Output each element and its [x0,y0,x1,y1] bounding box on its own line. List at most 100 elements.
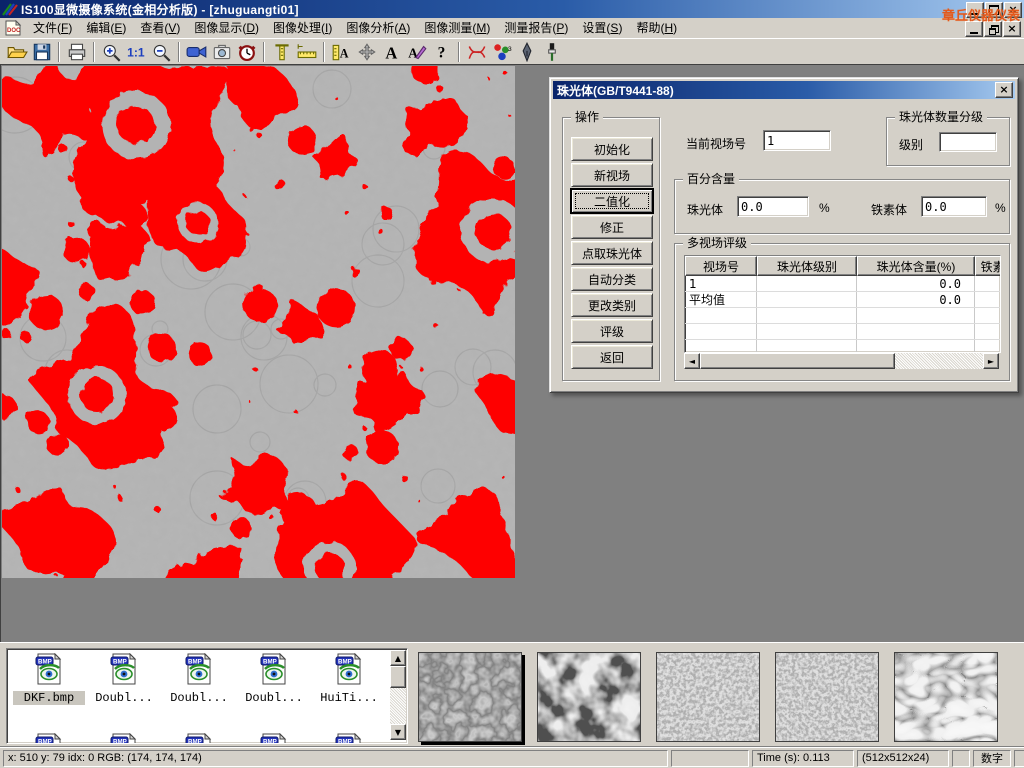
mdi-close-button[interactable]: × [1003,21,1021,37]
rating-cell [975,324,1001,340]
text-icon[interactable]: A [379,41,404,63]
file-name: Doubl... [238,691,310,705]
menu-item-7[interactable]: 图像测量(M) [417,17,497,39]
thumbnail-4[interactable] [775,652,879,742]
bottom-panel: BMPDKF.bmpBMPDoubl...BMPDoubl...BMPDoubl… [0,642,1024,746]
minimize-button[interactable] [966,2,984,18]
menu-item-8[interactable]: 测量报告(P) [497,17,575,39]
rating-table: 视场号珠光体级别珠光体含量(%)铁素体含量(%) 10.0平均值0.0 [684,255,1001,353]
menu-item-2[interactable]: 编辑(E) [79,17,133,39]
zoom-in-icon[interactable] [99,41,124,63]
dialog-title-bar[interactable]: 珠光体(GB/T9441-88) × [553,81,1015,99]
bmp-file-icon: BMP [184,653,214,685]
file-item-5[interactable]: BMPHuiTi... [313,653,385,705]
rating-cell [685,340,757,353]
menu-item-9[interactable]: 设置(S) [575,17,629,39]
caliper-icon[interactable] [269,41,294,63]
file-item-row2-2[interactable]: BMP [88,733,160,744]
timer-icon[interactable] [234,41,259,63]
op-button-5[interactable]: 点取珠光体 [571,241,653,265]
status-bar: x: 510 y: 79 idx: 0 RGB: (174, 174, 174)… [0,746,1024,768]
scroll-down-icon[interactable]: ▼ [390,724,406,740]
file-item-row2-1[interactable]: BMP [13,733,85,744]
status-image-size: (512x512x24) [857,750,949,767]
rating-row-3[interactable] [685,308,1000,324]
thumbnail-1[interactable] [418,652,522,742]
spline-curve-icon[interactable] [464,41,489,63]
file-item-1[interactable]: BMPDKF.bmp [13,653,85,705]
move-icon[interactable] [354,41,379,63]
thumbnail-5[interactable] [894,652,998,742]
rating-cell [757,292,857,308]
file-item-row2-4[interactable]: BMP [238,733,310,744]
rating-row-4[interactable] [685,324,1000,340]
grade-input[interactable] [939,132,997,152]
ferrite-percent-input[interactable] [921,196,987,217]
pen-icon[interactable] [514,41,539,63]
maximize-button[interactable] [985,2,1003,18]
dialog-close-button[interactable]: × [995,82,1013,98]
pearlite-percent-input[interactable] [737,196,809,217]
menu-item-4[interactable]: 图像显示(D) [187,17,266,39]
brush-icon[interactable] [539,41,564,63]
op-button-3[interactable]: 二值化 [571,189,653,213]
file-list-vscrollbar[interactable]: ▲ ▼ [390,650,406,740]
help-icon[interactable]: ? [429,41,454,63]
rating-col-header-1[interactable]: 视场号 [685,256,757,276]
rating-cell [685,308,757,324]
hscroll-thumb[interactable] [700,353,895,369]
op-button-2[interactable]: 新视场 [571,163,653,187]
rating-row-5[interactable] [685,340,1000,353]
current-field-input[interactable] [763,130,831,151]
rating-table-body[interactable]: 10.0平均值0.0 [685,276,1000,353]
zoom-out-icon[interactable] [149,41,174,63]
menu-item-5[interactable]: 图像处理(I) [266,17,339,39]
scroll-left-icon[interactable]: ◄ [684,353,700,369]
classify-icon[interactable]: 3 [489,41,514,63]
scroll-right-icon[interactable]: ► [983,353,999,369]
file-item-3[interactable]: BMPDoubl... [163,653,235,705]
mdi-restore-button[interactable] [984,21,1002,37]
measure-text-icon[interactable]: A [329,41,354,63]
rating-cell [975,340,1001,353]
op-button-4[interactable]: 修正 [571,215,653,239]
op-button-9[interactable]: 返回 [571,345,653,369]
menu-item-10[interactable]: 帮助(H) [629,17,684,39]
annotate-text-icon[interactable]: A [404,41,429,63]
video-capture-icon[interactable] [184,41,209,63]
rating-row-2[interactable]: 平均值0.0 [685,292,1000,308]
menu-item-6[interactable]: 图像分析(A) [339,17,417,39]
rating-row-1[interactable]: 10.0 [685,276,1000,292]
op-button-1[interactable]: 初始化 [571,137,653,161]
op-button-7[interactable]: 更改类别 [571,293,653,317]
menu-item-3[interactable]: 查看(V) [133,17,187,39]
rating-col-header-3[interactable]: 珠光体含量(%) [857,256,975,276]
close-button[interactable]: × [1004,2,1022,18]
file-item-4[interactable]: BMPDoubl... [238,653,310,705]
scroll-up-icon[interactable]: ▲ [390,650,406,666]
actual-size-icon[interactable]: 1:1 [124,41,149,63]
menu-item-1[interactable]: 文件(F) [26,17,79,39]
op-button-6[interactable]: 自动分类 [571,267,653,291]
file-item-row2-5[interactable]: BMP [313,733,385,744]
rating-col-header-2[interactable]: 珠光体级别 [757,256,857,276]
rating-col-header-4[interactable]: 铁素体含量(%) [975,256,1001,276]
specimen-image[interactable] [2,66,515,578]
op-button-8[interactable]: 评级 [571,319,653,343]
rating-table-hscrollbar[interactable]: ◄ ► [684,353,999,369]
hscroll-track[interactable] [895,353,983,369]
toolbar-separator [323,42,325,62]
snapshot-icon[interactable] [209,41,234,63]
file-item-row2-3[interactable]: BMP [163,733,235,744]
svg-text:3: 3 [508,45,512,52]
ruler-icon[interactable] [294,41,319,63]
file-item-2[interactable]: BMPDoubl... [88,653,160,705]
thumbnail-3[interactable] [656,652,760,742]
print-icon[interactable] [64,41,89,63]
mdi-minimize-button[interactable] [965,21,983,37]
thumbnail-2[interactable] [537,652,641,742]
vscroll-thumb[interactable] [390,666,406,688]
open-file-icon[interactable] [4,41,29,63]
save-icon[interactable] [29,41,54,63]
file-name: DKF.bmp [13,691,85,705]
